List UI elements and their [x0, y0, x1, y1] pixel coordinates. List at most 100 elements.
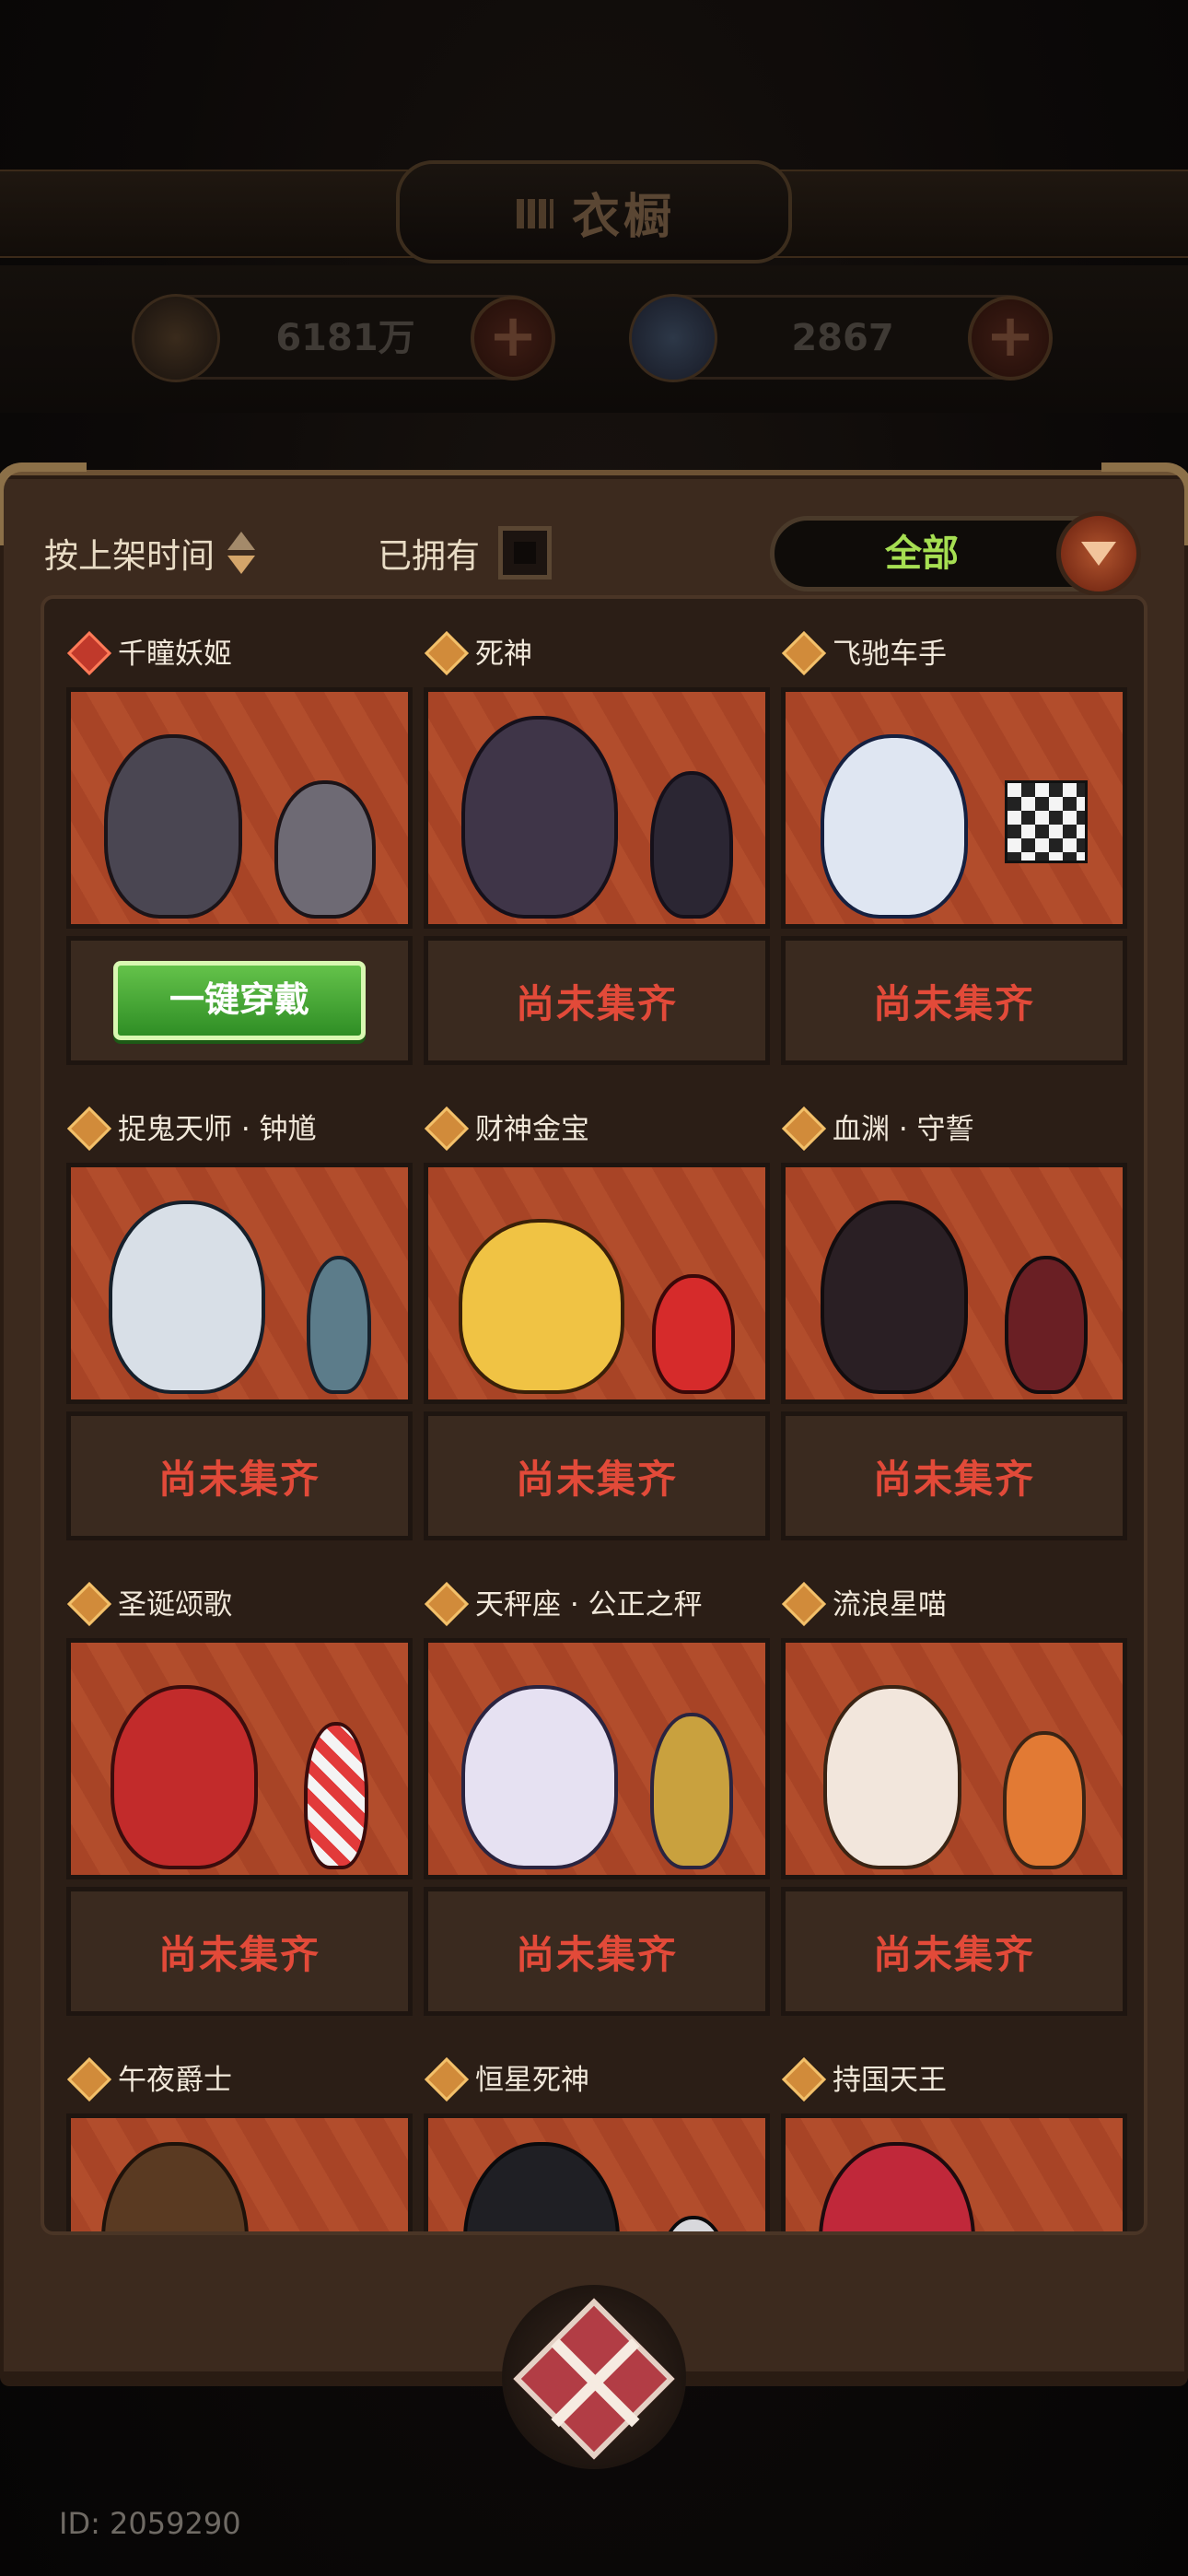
incomplete-status: 尚未集齐 — [515, 1931, 678, 1977]
costume-card[interactable]: 财神金宝 尚未集齐 — [424, 1074, 770, 1540]
add-coin-button[interactable]: + — [471, 296, 555, 381]
costume-card[interactable]: 天秤座 · 公正之秤 尚未集齐 — [424, 1550, 770, 2016]
sort-arrows-icon — [226, 530, 257, 576]
costume-card[interactable]: 圣诞颂歌 尚未集齐 — [66, 1550, 413, 2016]
costume-portrait[interactable] — [781, 2113, 1127, 2231]
rarity-diamond-icon — [425, 1107, 462, 1144]
rarity-diamond-icon — [425, 1583, 462, 1620]
costume-portrait[interactable] — [424, 1638, 770, 1879]
costume-action: 尚未集齐 — [66, 1887, 413, 2016]
rarity-diamond-icon — [68, 632, 105, 669]
costume-portrait[interactable] — [66, 687, 413, 929]
costume-grid[interactable]: 千瞳妖姬 一键穿戴 死神 尚未集齐 飞驰车手 尚未集齐 捉鬼天师 · 钟馗 尚未… — [41, 595, 1147, 2235]
owned-checkbox[interactable] — [498, 526, 552, 580]
character-art — [802, 708, 1106, 919]
costume-name-row: 捉鬼天师 · 钟馗 — [66, 1100, 317, 1152]
rarity-diamond-icon — [783, 632, 820, 669]
sort-button[interactable]: 按上架时间 — [44, 525, 257, 580]
incomplete-status: 尚未集齐 — [515, 980, 678, 1026]
one-click-wear-button[interactable]: 一键穿戴 — [113, 961, 366, 1040]
costume-name-row: 流浪星喵 — [781, 1575, 947, 1627]
incomplete-status: 尚未集齐 — [157, 1456, 320, 1502]
rarity-diamond-icon — [68, 1107, 105, 1144]
character-art — [87, 2135, 391, 2231]
rarity-diamond-icon — [68, 2058, 105, 2095]
costume-card[interactable]: 流浪星喵 尚未集齐 — [781, 1550, 1127, 2016]
costume-portrait[interactable] — [66, 1638, 413, 1879]
costume-name: 天秤座 · 公正之秤 — [475, 1587, 703, 1622]
costume-card[interactable]: 午夜爵士 — [66, 2025, 413, 2231]
character-art — [445, 708, 749, 919]
costume-name: 午夜爵士 — [118, 2063, 232, 2097]
costume-name-row: 持国天王 — [781, 2051, 947, 2102]
character-art — [445, 1659, 749, 1869]
costume-portrait[interactable] — [781, 687, 1127, 929]
character-art — [802, 2135, 1106, 2231]
wardrobe-icon — [513, 193, 557, 230]
costume-portrait[interactable] — [66, 1163, 413, 1404]
costume-name-row: 死神 — [424, 625, 532, 676]
rarity-diamond-icon — [783, 1107, 820, 1144]
owned-filter[interactable]: 已拥有 — [378, 525, 552, 580]
wardrobe-screen: 衣橱 6181万 + 2867 + 按上架时间 已拥有 全部 千瞳妖姬 一键穿戴… — [0, 0, 1188, 2576]
costume-name: 捉鬼天师 · 钟馗 — [118, 1112, 317, 1146]
add-gem-button[interactable]: + — [968, 296, 1053, 381]
costume-name-row: 千瞳妖姬 — [66, 625, 232, 676]
incomplete-status: 尚未集齐 — [872, 1931, 1035, 1977]
costume-action: 尚未集齐 — [424, 1411, 770, 1540]
gem-icon — [629, 294, 717, 382]
category-dropdown[interactable]: 全部 — [770, 511, 1141, 596]
close-button[interactable] — [502, 2285, 686, 2469]
costume-action: 尚未集齐 — [781, 1887, 1127, 2016]
incomplete-status: 尚未集齐 — [872, 980, 1035, 1026]
coin-currency: 6181万 + — [132, 294, 555, 382]
gem-currency: 2867 + — [629, 294, 1053, 382]
costume-name: 恒星死神 — [475, 2063, 589, 2097]
costume-action: 尚未集齐 — [424, 1887, 770, 2016]
character-art — [87, 1659, 391, 1869]
costume-name: 财神金宝 — [475, 1112, 589, 1146]
incomplete-status: 尚未集齐 — [157, 1931, 320, 1977]
costume-name-row: 天秤座 · 公正之秤 — [424, 1575, 703, 1627]
costume-name: 流浪星喵 — [833, 1587, 947, 1622]
costume-action: 一键穿戴 — [66, 936, 413, 1065]
costume-portrait[interactable] — [66, 2113, 413, 2231]
costume-portrait[interactable] — [424, 2113, 770, 2231]
costume-name-row: 恒星死神 — [424, 2051, 589, 2102]
rarity-diamond-icon — [783, 2058, 820, 2095]
filter-row: 按上架时间 已拥有 全部 — [0, 498, 1188, 608]
owned-label: 已拥有 — [378, 536, 480, 576]
costume-portrait[interactable] — [781, 1638, 1127, 1879]
costume-card[interactable]: 千瞳妖姬 一键穿戴 — [66, 599, 413, 1065]
coin-icon — [132, 294, 220, 382]
page-title: 衣橱 — [571, 189, 675, 245]
costume-name-row: 财神金宝 — [424, 1100, 589, 1152]
wardrobe-panel: 按上架时间 已拥有 全部 千瞳妖姬 一键穿戴 死神 尚未集齐 飞驰车手 尚未集齐… — [0, 463, 1188, 2386]
costume-card[interactable]: 捉鬼天师 · 钟馗 尚未集齐 — [66, 1074, 413, 1540]
sort-label: 按上架时间 — [44, 536, 215, 576]
costume-card[interactable]: 持国天王 — [781, 2025, 1127, 2231]
character-art — [802, 1659, 1106, 1869]
chevron-down-icon[interactable] — [1056, 511, 1141, 596]
rarity-diamond-icon — [425, 632, 462, 669]
costume-card[interactable]: 血渊 · 守誓 尚未集齐 — [781, 1074, 1127, 1540]
rarity-diamond-icon — [425, 2058, 462, 2095]
character-art — [445, 1184, 749, 1394]
costume-action: 尚未集齐 — [66, 1411, 413, 1540]
close-icon — [513, 2298, 675, 2460]
costume-portrait[interactable] — [424, 1163, 770, 1404]
costume-portrait[interactable] — [424, 687, 770, 929]
costume-card[interactable]: 死神 尚未集齐 — [424, 599, 770, 1065]
header: 衣橱 6181万 + 2867 + — [0, 147, 1188, 415]
coin-amount: 6181万 — [275, 317, 415, 359]
costume-name: 圣诞颂歌 — [118, 1587, 232, 1622]
costume-card[interactable]: 恒星死神 — [424, 2025, 770, 2231]
costume-name: 飞驰车手 — [833, 637, 947, 671]
costume-action: 尚未集齐 — [424, 936, 770, 1065]
currency-row: 6181万 + 2867 + — [0, 265, 1188, 413]
costume-name: 血渊 · 守誓 — [833, 1112, 974, 1146]
costume-name-row: 午夜爵士 — [66, 2051, 232, 2102]
costume-name: 死神 — [475, 637, 532, 671]
costume-card[interactable]: 飞驰车手 尚未集齐 — [781, 599, 1127, 1065]
costume-portrait[interactable] — [781, 1163, 1127, 1404]
